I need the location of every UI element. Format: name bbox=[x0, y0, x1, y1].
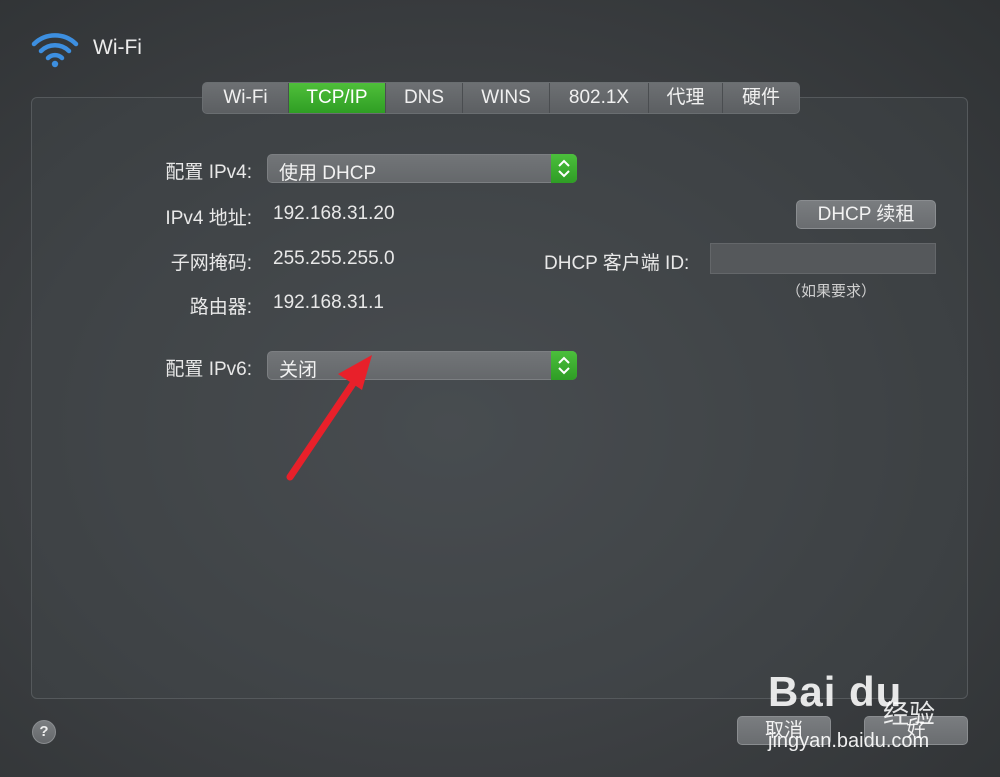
tab-dns[interactable]: DNS bbox=[386, 83, 463, 113]
dhcp-client-id-label: DHCP 客户端 ID: bbox=[544, 253, 690, 274]
window-title: Wi-Fi bbox=[93, 36, 142, 59]
ipv6-config-label: 配置 IPv6: bbox=[165, 359, 252, 380]
ipv4-config-select[interactable]: 使用 DHCP bbox=[267, 154, 577, 184]
ipv4-address-label: IPv4 地址: bbox=[165, 208, 252, 229]
router-value: 192.168.31.1 bbox=[273, 292, 384, 313]
dhcp-renew-button[interactable]: DHCP 续租 bbox=[796, 200, 936, 229]
tab-bar: Wi-Fi TCP/IP DNS WINS 802.1X 代理 硬件 bbox=[202, 82, 800, 114]
baidu-watermark-text: 经验 bbox=[883, 699, 936, 729]
tab-wifi[interactable]: Wi-Fi bbox=[203, 83, 289, 113]
ipv4-address-value: 192.168.31.20 bbox=[273, 203, 395, 224]
settings-panel bbox=[31, 97, 968, 699]
wifi-icon bbox=[31, 33, 79, 68]
chevron-up-down-icon bbox=[551, 154, 577, 183]
subnet-mask-label: 子网掩码: bbox=[170, 253, 252, 274]
router-label: 路由器: bbox=[189, 297, 252, 318]
ipv4-config-value: 使用 DHCP bbox=[279, 163, 377, 184]
chevron-up-down-icon bbox=[551, 351, 577, 380]
tab-wins[interactable]: WINS bbox=[463, 83, 550, 113]
dhcp-client-id-hint: （如果要求） bbox=[786, 283, 877, 300]
help-button[interactable]: ? bbox=[32, 720, 56, 744]
tab-tcpip[interactable]: TCP/IP bbox=[289, 83, 386, 113]
tab-proxy[interactable]: 代理 bbox=[649, 83, 723, 113]
tab-8021x[interactable]: 802.1X bbox=[550, 83, 649, 113]
tab-hardware[interactable]: 硬件 bbox=[723, 83, 799, 113]
ipv4-config-label: 配置 IPv4: bbox=[165, 162, 252, 183]
annotation-arrow-icon bbox=[286, 355, 372, 481]
baidu-watermark-url: jingyan.baidu.com bbox=[768, 730, 930, 752]
dhcp-client-id-field[interactable] bbox=[710, 243, 936, 274]
subnet-mask-value: 255.255.255.0 bbox=[273, 248, 395, 269]
